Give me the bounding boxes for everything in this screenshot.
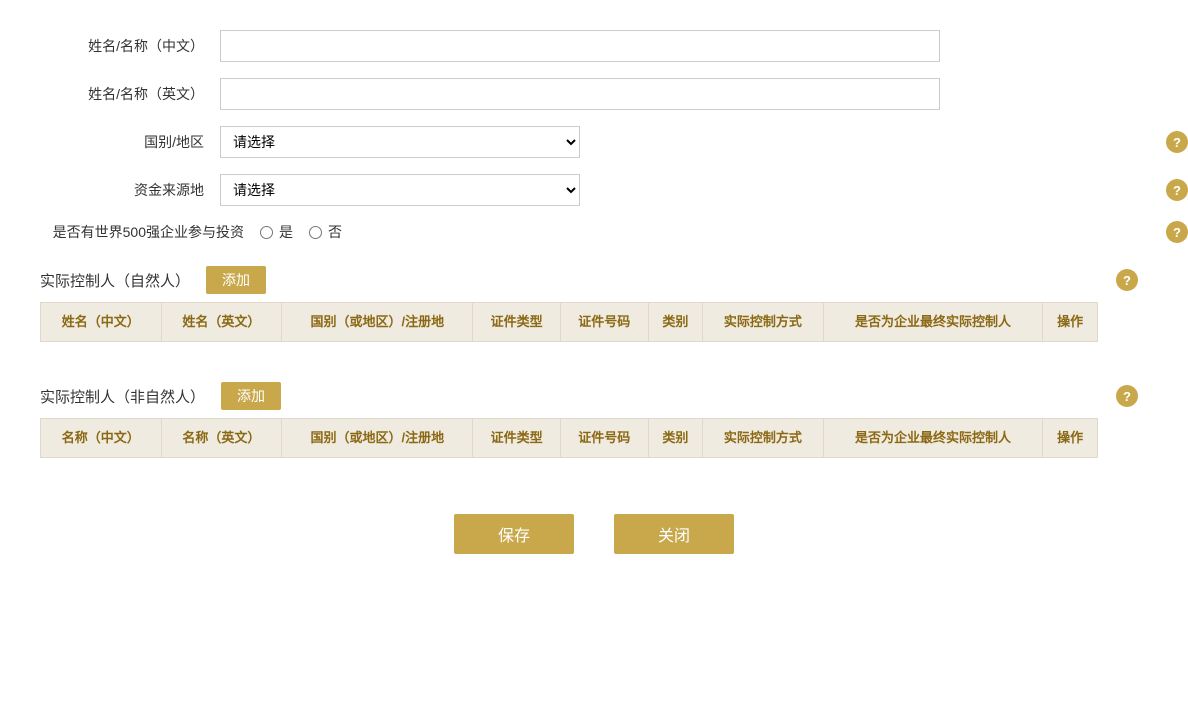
- fortune500-no-radio[interactable]: [309, 226, 322, 239]
- natural-person-title: 实际控制人（自然人）: [40, 270, 190, 291]
- nnp-col-is-ultimate: 是否为企业最终实际控制人: [823, 419, 1043, 458]
- natural-person-section: 实际控制人（自然人） 添加 ? 姓名（中文） 姓名（英文） 国别（或地区）/注册…: [40, 266, 1148, 358]
- fund-source-row: 资金来源地 请选择 ?: [40, 174, 1148, 206]
- name-en-row: 姓名/名称（英文）: [40, 78, 1148, 110]
- country-label: 国别/地区: [40, 132, 220, 152]
- np-col-cert-type: 证件类型: [473, 303, 561, 342]
- natural-person-empty-row: [41, 342, 1098, 359]
- fund-source-label: 资金来源地: [40, 180, 220, 200]
- np-col-name-en: 姓名（英文）: [161, 303, 282, 342]
- nnp-col-action: 操作: [1043, 419, 1098, 458]
- natural-person-table: 姓名（中文） 姓名（英文） 国别（或地区）/注册地 证件类型 证件号码 类别 实…: [40, 302, 1098, 358]
- natural-person-add-btn[interactable]: 添加: [206, 266, 266, 294]
- country-select[interactable]: 请选择: [220, 126, 580, 158]
- non-natural-person-table: 名称（中文） 名称（英文） 国别（或地区）/注册地 证件类型 证件号码 类别 实…: [40, 418, 1098, 474]
- non-natural-person-empty-row: [41, 458, 1098, 475]
- np-col-country: 国别（或地区）/注册地: [282, 303, 473, 342]
- non-natural-person-section: 实际控制人（非自然人） 添加 ? 名称（中文） 名称（英文） 国别（或地区）/注…: [40, 382, 1148, 474]
- nnp-col-name-en: 名称（英文）: [161, 419, 282, 458]
- fortune500-label: 是否有世界500强企业参与投资: [40, 222, 260, 242]
- save-button[interactable]: 保存: [454, 514, 574, 554]
- name-cn-row: 姓名/名称（中文）: [40, 30, 1148, 62]
- fund-source-select[interactable]: 请选择: [220, 174, 580, 206]
- country-help-icon[interactable]: ?: [1166, 131, 1188, 153]
- fortune500-yes-option[interactable]: 是: [260, 222, 293, 242]
- natural-person-help-icon[interactable]: ?: [1116, 269, 1138, 291]
- np-col-cert-no: 证件号码: [560, 303, 648, 342]
- nnp-col-control-method: 实际控制方式: [703, 419, 824, 458]
- name-cn-label: 姓名/名称（中文）: [40, 36, 220, 56]
- nnp-col-category: 类别: [648, 419, 703, 458]
- np-col-category: 类别: [648, 303, 703, 342]
- fortune500-radio-group: 是 否: [260, 222, 342, 242]
- fortune500-help-icon[interactable]: ?: [1166, 221, 1188, 243]
- fortune500-no-label: 否: [328, 222, 342, 242]
- name-cn-input[interactable]: [220, 30, 940, 62]
- nnp-col-name-cn: 名称（中文）: [41, 419, 162, 458]
- non-natural-person-table-header-row: 名称（中文） 名称（英文） 国别（或地区）/注册地 证件类型 证件号码 类别 实…: [41, 419, 1098, 458]
- name-en-input[interactable]: [220, 78, 940, 110]
- country-row: 国别/地区 请选择 ?: [40, 126, 1148, 158]
- non-natural-person-header: 实际控制人（非自然人） 添加 ?: [40, 382, 1098, 410]
- name-en-label: 姓名/名称（英文）: [40, 84, 220, 104]
- fortune500-yes-label: 是: [279, 222, 293, 242]
- non-natural-person-add-btn[interactable]: 添加: [221, 382, 281, 410]
- np-col-is-ultimate: 是否为企业最终实际控制人: [823, 303, 1043, 342]
- fortune500-no-option[interactable]: 否: [309, 222, 342, 242]
- fund-source-help-icon[interactable]: ?: [1166, 179, 1188, 201]
- main-form: 姓名/名称（中文） 姓名/名称（英文） 国别/地区 请选择 ? 资金来源地 请选…: [40, 30, 1148, 554]
- nnp-col-country: 国别（或地区）/注册地: [282, 419, 473, 458]
- np-col-name-cn: 姓名（中文）: [41, 303, 162, 342]
- fortune500-yes-radio[interactable]: [260, 226, 273, 239]
- non-natural-person-help-icon[interactable]: ?: [1116, 385, 1138, 407]
- close-button[interactable]: 关闭: [614, 514, 734, 554]
- nnp-col-cert-no: 证件号码: [560, 419, 648, 458]
- np-col-action: 操作: [1043, 303, 1098, 342]
- np-col-control-method: 实际控制方式: [703, 303, 824, 342]
- nnp-col-cert-type: 证件类型: [473, 419, 561, 458]
- natural-person-table-header-row: 姓名（中文） 姓名（英文） 国别（或地区）/注册地 证件类型 证件号码 类别 实…: [41, 303, 1098, 342]
- natural-person-header: 实际控制人（自然人） 添加 ?: [40, 266, 1098, 294]
- basic-info-section: 姓名/名称（中文） 姓名/名称（英文） 国别/地区 请选择 ? 资金来源地 请选…: [40, 30, 1148, 242]
- fortune500-row: 是否有世界500强企业参与投资 是 否 ?: [40, 222, 1148, 242]
- non-natural-person-title: 实际控制人（非自然人）: [40, 386, 205, 407]
- button-row: 保存 关闭: [40, 514, 1148, 554]
